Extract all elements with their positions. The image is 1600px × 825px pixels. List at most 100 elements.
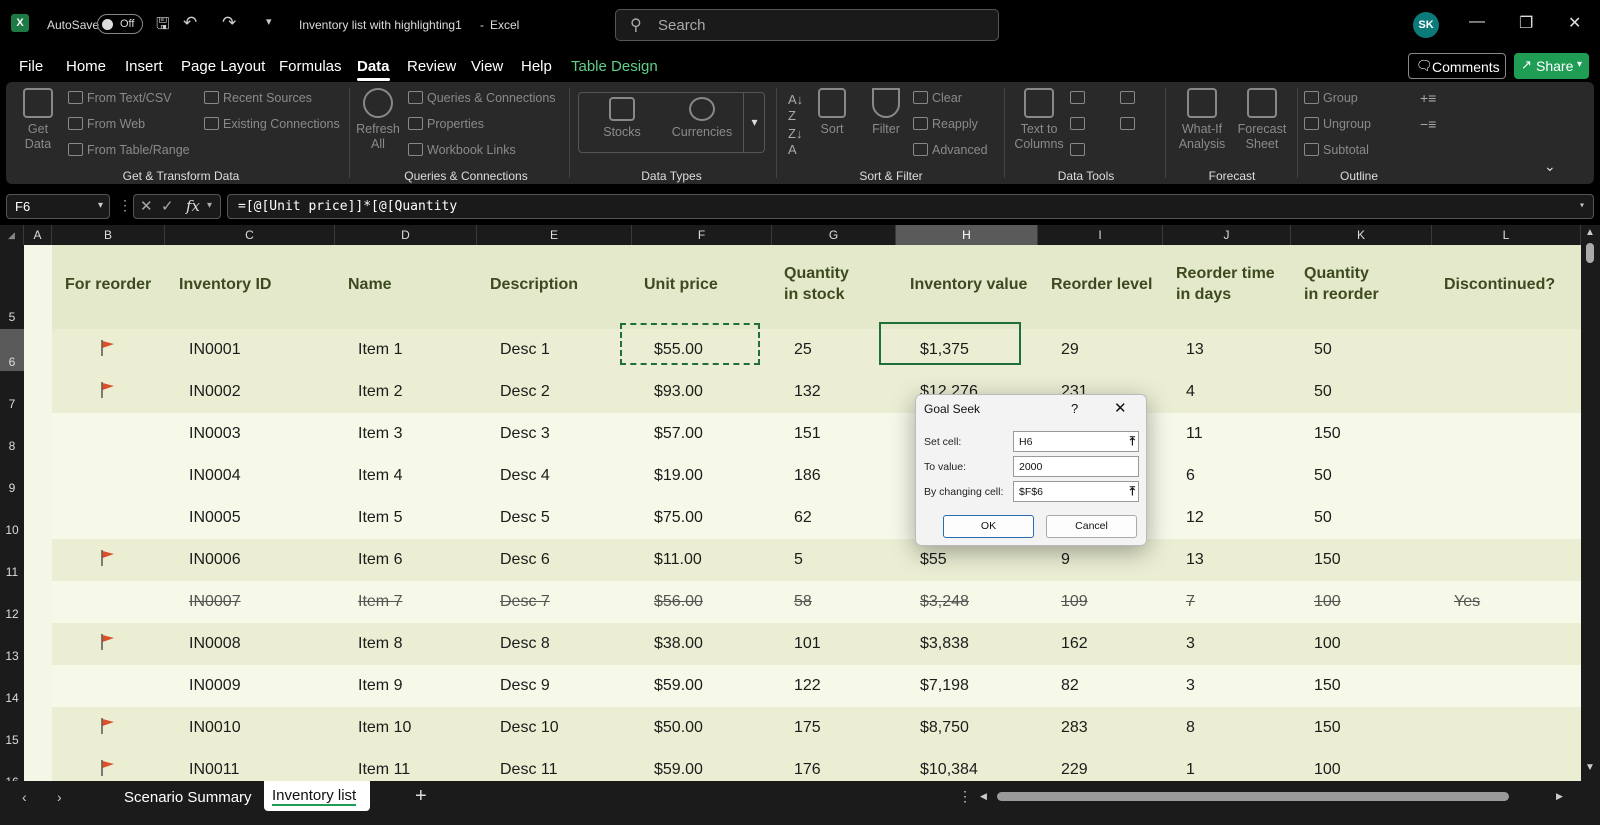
header-description[interactable]: Description (490, 274, 578, 295)
row-header[interactable]: 9 (0, 455, 24, 497)
confirm-formula-icon[interactable]: ✓ (161, 197, 174, 215)
next-sheet-icon[interactable]: › (57, 789, 62, 805)
filter-button[interactable]: Filter (868, 88, 904, 137)
header-unit-price[interactable]: Unit price (644, 274, 718, 295)
row-header[interactable]: 13 (0, 623, 24, 665)
cell-inventory-id[interactable]: IN0003 (189, 425, 241, 443)
remove-duplicates-icon[interactable] (1070, 117, 1085, 130)
cell-unit-price[interactable]: $59.00 (654, 677, 703, 695)
cell-reorder-level[interactable]: 229 (1061, 761, 1088, 779)
cell-inventory-id[interactable]: IN0004 (189, 467, 241, 485)
cell-inventory-value[interactable]: $7,198 (920, 677, 969, 695)
row-header[interactable]: 14 (0, 665, 24, 707)
cell-quantity[interactable]: 186 (794, 467, 821, 485)
cell-inventory-id[interactable]: IN0010 (189, 719, 241, 737)
column-header[interactable]: B (52, 225, 165, 245)
add-sheet-icon[interactable]: + (415, 785, 427, 808)
cell-reorder-qty[interactable]: 50 (1314, 383, 1332, 401)
header-inventory-value[interactable]: Inventory value (910, 274, 1027, 295)
tab-data[interactable]: Data (357, 58, 390, 81)
cell-name[interactable]: Item 3 (358, 425, 402, 443)
cell-reorder-days[interactable]: 4 (1186, 383, 1195, 401)
cell-quantity[interactable]: 175 (794, 719, 821, 737)
tab-home[interactable]: Home (66, 58, 106, 75)
hide-detail-icon[interactable]: −≡ (1420, 116, 1436, 132)
recent-sources-button[interactable]: Recent Sources (204, 91, 312, 105)
tab-review[interactable]: Review (407, 58, 456, 75)
column-header[interactable]: K (1291, 225, 1432, 245)
cell-quantity[interactable]: 101 (794, 635, 821, 653)
help-icon[interactable]: ? (1071, 401, 1078, 416)
select-all-icon[interactable]: ◢ (0, 225, 24, 245)
cell-quantity[interactable]: 176 (794, 761, 821, 779)
row-header[interactable]: 11 (0, 539, 24, 581)
header-reorder-time[interactable]: Reorder time in days (1176, 263, 1275, 305)
refresh-all-button[interactable]: Refresh All (356, 88, 400, 152)
tab-help[interactable]: Help (521, 58, 552, 75)
get-data-button[interactable]: Get Data (16, 88, 60, 152)
cell-reorder-level[interactable]: 162 (1061, 635, 1088, 653)
workbook-links-button[interactable]: Workbook Links (408, 143, 516, 157)
cell-reorder-qty[interactable]: 150 (1314, 719, 1341, 737)
cell-description[interactable]: Desc 10 (500, 719, 559, 737)
subtotal-button[interactable]: Subtotal (1304, 143, 1369, 157)
cell-inventory-value[interactable]: $10,384 (920, 761, 978, 779)
changing-cell-input[interactable]: $F$6 ⤒ (1013, 481, 1139, 502)
cell-reorder-level[interactable]: 9 (1061, 551, 1070, 569)
column-header-selected[interactable]: H (896, 225, 1038, 245)
search-box[interactable]: ⚲ Search (615, 9, 999, 41)
cell-name[interactable]: Item 5 (358, 509, 402, 527)
share-button[interactable]: ↗ Share ▾ (1514, 53, 1589, 79)
cell-name[interactable]: Item 10 (358, 719, 411, 737)
cell-reorder-qty[interactable]: 150 (1314, 551, 1341, 569)
cell-name[interactable]: Item 9 (358, 677, 402, 695)
cell-description[interactable]: Desc 2 (500, 383, 550, 401)
header-reorder-level[interactable]: Reorder level (1051, 274, 1152, 295)
cell-quantity[interactable]: 5 (794, 551, 803, 569)
from-text-button[interactable]: From Text/CSV (68, 91, 172, 105)
cell-reorder-days[interactable]: 11 (1186, 425, 1203, 443)
cell-inventory-id[interactable]: IN0002 (189, 383, 241, 401)
cell-reorder-qty[interactable]: 100 (1314, 761, 1341, 779)
cell-reorder-days[interactable]: 12 (1186, 509, 1204, 527)
properties-button[interactable]: Properties (408, 117, 484, 131)
cell-unit-price[interactable]: $59.00 (654, 761, 703, 779)
collapse-dialog-icon[interactable]: ⤒ (1130, 434, 1135, 449)
close-icon[interactable]: ✕ (1114, 399, 1127, 417)
tab-formulas[interactable]: Formulas (279, 58, 342, 75)
comments-button[interactable]: 🗨 Comments (1408, 53, 1506, 79)
cell-description[interactable]: Desc 9 (500, 677, 550, 695)
cell-reorder-qty[interactable]: 50 (1314, 509, 1332, 527)
restore-icon[interactable]: ❐ (1519, 13, 1533, 33)
sort-za-icon[interactable]: Z↓ A (788, 126, 802, 158)
cell-inventory-value[interactable]: $3,248 (920, 593, 969, 611)
cell-description[interactable]: Desc 4 (500, 467, 550, 485)
row-header[interactable]: 10 (0, 497, 24, 539)
cell-name[interactable]: Item 8 (358, 635, 402, 653)
data-validation-icon[interactable] (1070, 143, 1085, 156)
cell-name[interactable]: Item 1 (358, 341, 402, 359)
column-header[interactable]: D (335, 225, 477, 245)
data-types-gallery[interactable]: Stocks Currencies ▾ (578, 92, 765, 153)
more-options-icon[interactable]: ⋮ (958, 788, 972, 805)
cell-unit-price[interactable]: $11.00 (654, 551, 702, 569)
header-inventory-id[interactable]: Inventory ID (179, 274, 271, 295)
cell-description[interactable]: Desc 5 (500, 509, 550, 527)
cell-reorder-level[interactable]: 283 (1061, 719, 1088, 737)
cell-reorder-days[interactable]: 3 (1186, 635, 1195, 653)
cell-reorder-qty[interactable]: 50 (1314, 467, 1332, 485)
formula-input[interactable]: =[@[Unit price]]*[@[Quantity ▾ (227, 194, 1594, 219)
row-header[interactable]: 7 (0, 371, 24, 413)
redo-icon[interactable]: ↷ (222, 13, 236, 33)
ungroup-button[interactable]: Ungroup (1304, 117, 1371, 131)
column-header[interactable]: F (632, 225, 772, 245)
header-quantity-in-stock[interactable]: Quantity in stock (784, 263, 849, 305)
cell-unit-price[interactable]: $50.00 (654, 719, 703, 737)
cell-unit-price[interactable]: $57.00 (654, 425, 703, 443)
cell-quantity[interactable]: 62 (794, 509, 812, 527)
column-header[interactable]: I (1038, 225, 1163, 245)
cell-reorder-qty[interactable]: 100 (1314, 593, 1341, 611)
sheet-tab-inventory-list[interactable]: Inventory list (264, 781, 370, 811)
cell-inventory-id[interactable]: IN0006 (189, 551, 241, 569)
row-header[interactable]: 5 (0, 245, 24, 329)
